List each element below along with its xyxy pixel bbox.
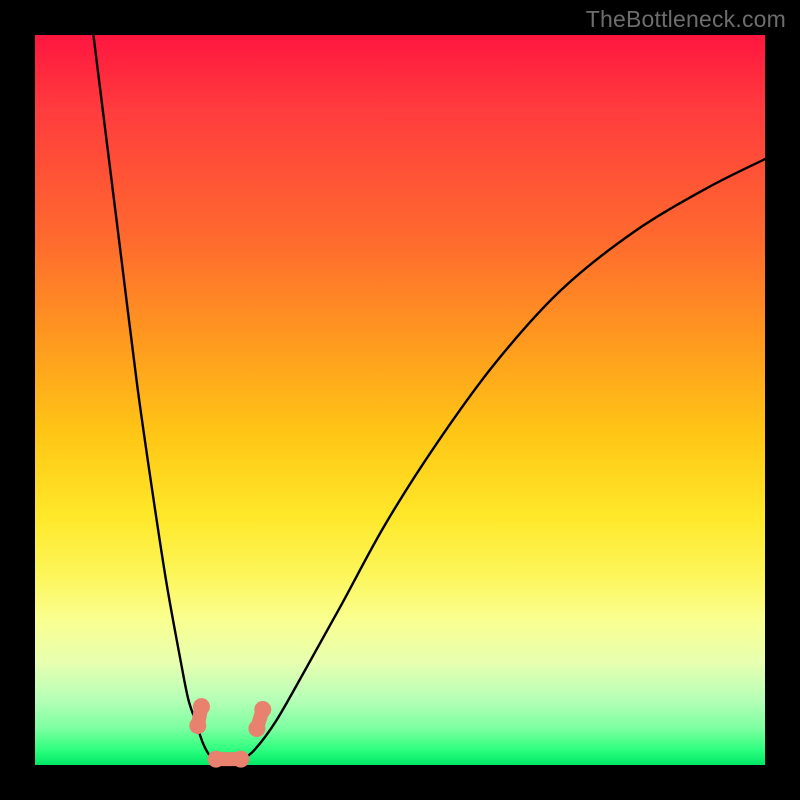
curve-left-branch (93, 35, 217, 761)
data-marker-left-lower (189, 717, 206, 734)
data-marker-right-lower (248, 720, 265, 737)
watermark-text: TheBottleneck.com (586, 6, 786, 33)
data-marker-bottom-left (208, 751, 225, 768)
curve-right-branch (239, 159, 765, 761)
data-marker-right-upper (254, 701, 271, 718)
plot-area (35, 35, 765, 765)
data-marker-bottom-right (232, 751, 249, 768)
marker-layer (189, 698, 271, 768)
data-marker-left-upper (193, 698, 210, 715)
chart-frame: TheBottleneck.com (0, 0, 800, 800)
curve-layer (35, 35, 765, 765)
